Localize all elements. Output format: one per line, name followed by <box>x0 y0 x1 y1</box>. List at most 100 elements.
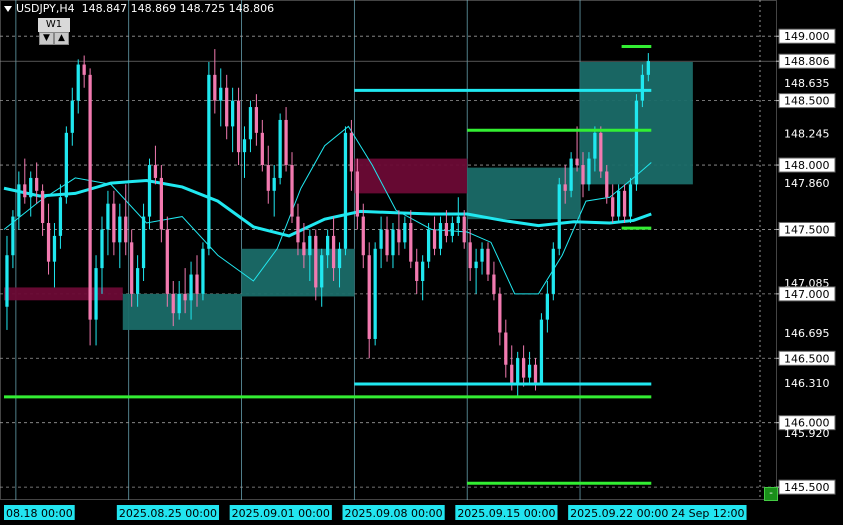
candle-body <box>147 165 152 217</box>
teal-zone <box>241 248 355 297</box>
candle-body <box>474 261 478 269</box>
candle-body <box>444 223 449 236</box>
price-tick-label: 148.500 <box>784 95 830 108</box>
candle-body <box>421 261 425 281</box>
candle-body <box>563 184 567 191</box>
time-tick-label: 2025.09.22 00:00 <box>570 507 668 520</box>
teal-zone <box>122 293 242 330</box>
price-tick-label: 145.920 <box>784 427 830 440</box>
candle-body <box>605 171 609 198</box>
candle-body <box>76 64 80 101</box>
candle-body <box>415 261 419 281</box>
timeframe-widget: W1 ▼ ▲ <box>38 18 70 46</box>
candle-body <box>308 235 312 256</box>
candle-body <box>189 274 193 301</box>
price-tick-label: 149.000 <box>784 30 830 43</box>
candle-body <box>320 255 324 288</box>
price-tick-label: 148.000 <box>784 159 830 172</box>
candle-body <box>35 177 39 191</box>
candle-body <box>599 132 603 172</box>
candle-body <box>343 132 348 249</box>
price-tick-label: 145.500 <box>784 481 830 494</box>
candle-body <box>302 242 306 256</box>
maroon-zone <box>4 287 123 301</box>
price-tick-label: 147.500 <box>784 223 830 236</box>
candle-body <box>480 248 484 262</box>
candle-body <box>379 229 383 249</box>
candle-body <box>581 165 585 185</box>
candle-body <box>527 364 532 378</box>
candle-body <box>456 216 460 224</box>
candle-body <box>616 190 621 217</box>
candle-body <box>124 216 128 243</box>
time-tick-label: 2025.09.08 00:00 <box>344 507 442 520</box>
candle-body <box>272 177 276 191</box>
symbol-label: USDJPY,H4 <box>16 2 75 15</box>
candle-body <box>450 223 454 236</box>
candle-body <box>628 184 633 217</box>
candle-body <box>468 242 472 269</box>
candle-body <box>397 229 401 243</box>
candle-body <box>11 216 15 256</box>
chart-window[interactable]: 149.000 148.806 148.635 148.500 148.245 148.0… <box>0 0 843 525</box>
candle-body <box>504 332 508 365</box>
candle-body <box>355 171 359 217</box>
close-price: 148.806 <box>228 2 275 15</box>
candle-body <box>587 158 591 185</box>
candle-body <box>510 364 514 385</box>
price-tick-label: 148.635 <box>784 77 830 90</box>
candle-body <box>314 235 318 288</box>
candle-body <box>331 235 336 269</box>
candle-body <box>100 229 104 269</box>
candle-body <box>557 184 561 249</box>
candle-body <box>326 235 330 256</box>
candle-body <box>349 132 354 172</box>
candle-body <box>539 319 544 385</box>
candle-body <box>373 248 377 339</box>
candle-body <box>432 229 437 249</box>
candle-body <box>260 132 264 166</box>
timeframe-up-button[interactable]: ▲ <box>54 32 69 45</box>
low-price: 148.725 <box>179 2 226 15</box>
time-tick-label: 08.18 00:00 <box>6 507 73 520</box>
candle-body <box>409 223 413 262</box>
candle-body <box>225 87 229 127</box>
candle-body <box>385 229 389 256</box>
candle-body <box>118 216 122 243</box>
candle-body <box>236 100 241 153</box>
candle-body <box>634 100 639 185</box>
open-price: 148.847 <box>81 2 128 15</box>
candle-body <box>29 177 33 198</box>
candle-body <box>130 242 134 294</box>
teal-zone <box>467 167 581 220</box>
time-tick-label: 2025.09.01 00:00 <box>232 507 330 520</box>
candle-body <box>58 197 63 236</box>
time-tick-label: 24 Sep 12:00 <box>671 507 744 520</box>
candle-body <box>171 293 175 314</box>
candle-body <box>159 177 164 230</box>
chart-menu-arrow-icon[interactable] <box>4 6 12 12</box>
price-tick-label: 147.860 <box>784 177 830 190</box>
collapse-button[interactable]: - <box>764 487 778 501</box>
candle-body <box>46 223 51 262</box>
candle-body <box>230 100 235 127</box>
price-tick-label: 147.000 <box>784 288 830 301</box>
candle-body <box>135 268 140 294</box>
candle-body <box>183 293 187 301</box>
candle-body <box>569 158 573 191</box>
candle-body <box>40 190 45 224</box>
price-tick-label: 146.695 <box>784 327 830 340</box>
candle-body <box>284 119 288 166</box>
timeframe-down-button[interactable]: ▼ <box>39 32 54 45</box>
candle-body <box>82 64 86 75</box>
time-tick-label: 2025.09.15 00:00 <box>457 507 555 520</box>
candle-body <box>462 216 466 243</box>
candle-body <box>201 248 205 294</box>
symbol-header: USDJPY,H4 148.847 148.869 148.725 148.80… <box>4 2 274 15</box>
price-tick-label: 148.806 <box>784 55 830 68</box>
candle-body <box>492 274 496 294</box>
candle-body <box>266 165 270 191</box>
price-chart[interactable]: 149.000 148.806 148.635 148.500 148.245 148.0… <box>0 0 843 525</box>
candle-body <box>611 197 615 217</box>
time-tick-label: 2025.08.25 00:00 <box>119 507 217 520</box>
